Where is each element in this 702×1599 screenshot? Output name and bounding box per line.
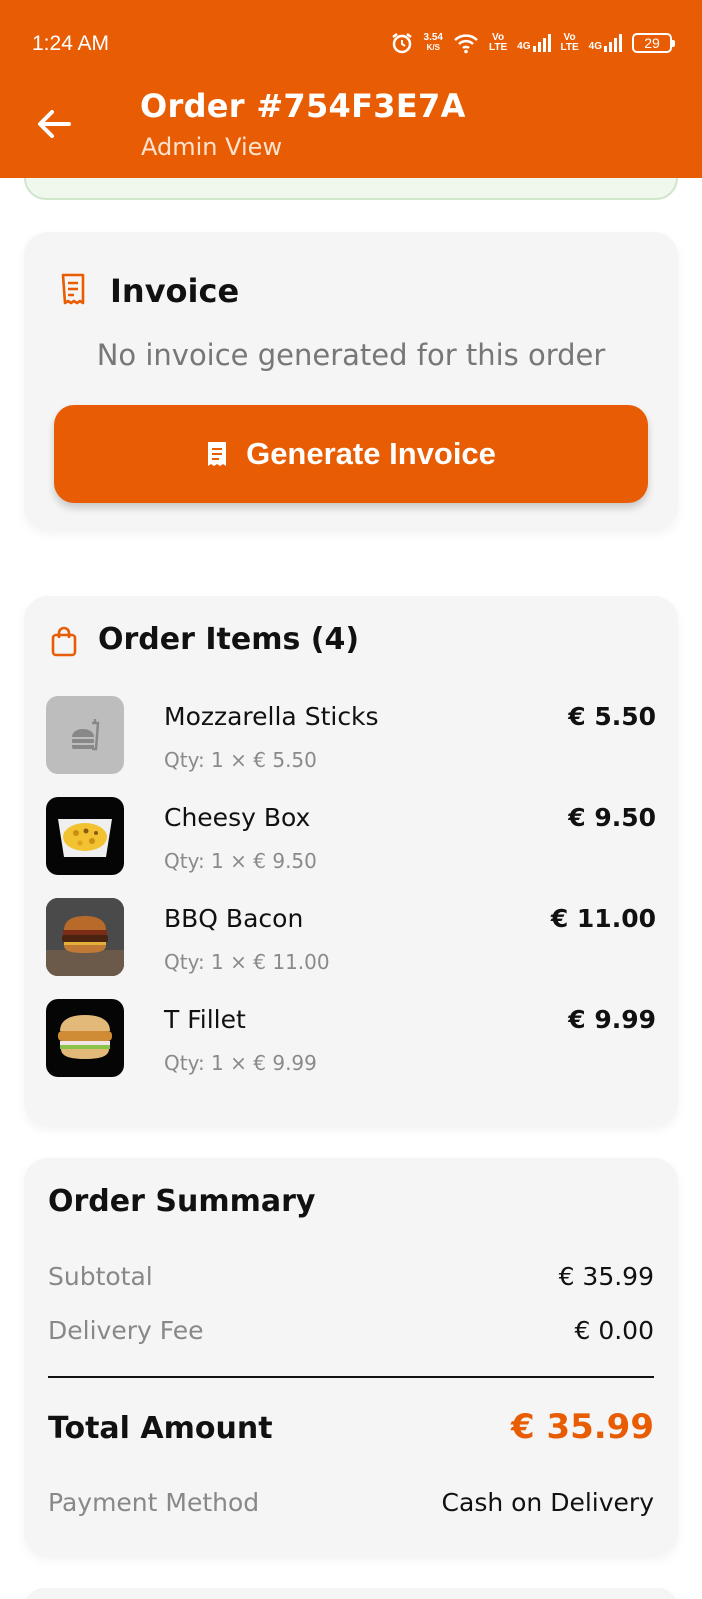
order-summary-title: Order Summary	[48, 1184, 316, 1219]
delivery-fee-value: € 0.00	[574, 1316, 654, 1345]
order-item[interactable]: Cheesy Box Qty: 1 × € 9.50 € 9.50	[46, 797, 656, 877]
next-card-edge	[24, 1588, 678, 1599]
t-fillet-photo	[58, 1015, 112, 1059]
network-speed: 3.54 K/S	[423, 32, 443, 53]
order-items-card: Order Items (4) Mozzarella Sticks Qty: 1…	[24, 596, 678, 1126]
item-qty: Qty: 1 × € 11.00	[164, 950, 330, 974]
bbq-bacon-photo	[46, 898, 124, 976]
item-price: € 5.50	[568, 702, 656, 731]
battery-icon: 29	[632, 33, 675, 53]
page-subtitle: Admin View	[141, 133, 283, 161]
page-title: Order #754F3E7A	[140, 87, 466, 125]
item-price: € 9.50	[568, 803, 656, 832]
shopping-bag-icon	[51, 626, 77, 657]
signal-bars-icon	[532, 34, 551, 52]
order-item[interactable]: Mozzarella Sticks Qty: 1 × € 5.50 € 5.50	[46, 696, 656, 776]
item-qty: Qty: 1 × € 9.99	[164, 1051, 317, 1075]
receipt-icon	[61, 273, 85, 305]
arrow-left-icon	[38, 110, 71, 138]
total-amount-value: € 35.99	[510, 1407, 654, 1447]
item-thumbnail	[46, 898, 124, 976]
invoice-title: Invoice	[110, 272, 240, 310]
food-placeholder-icon	[72, 719, 100, 751]
signal-bars-icon	[604, 34, 622, 52]
order-summary-card: Order Summary Subtotal € 35.99 Delivery …	[24, 1158, 678, 1556]
item-name: Mozzarella Sticks	[164, 702, 379, 731]
item-price: € 9.99	[568, 1005, 656, 1034]
item-thumbnail	[46, 696, 124, 774]
item-name: BBQ Bacon	[164, 904, 304, 933]
signal-2: 4G	[589, 34, 622, 52]
cheesy-box-photo	[58, 819, 112, 857]
item-qty: Qty: 1 × € 9.50	[164, 849, 317, 873]
divider	[48, 1376, 654, 1378]
signal-1: 4G	[517, 34, 551, 52]
total-amount-label: Total Amount	[48, 1411, 273, 1446]
delivery-fee-label: Delivery Fee	[48, 1316, 204, 1345]
status-time: 1:24 AM	[32, 32, 110, 55]
order-item[interactable]: BBQ Bacon Qty: 1 × € 11.00 € 11.00	[46, 898, 656, 978]
item-thumbnail	[46, 999, 124, 1077]
generate-invoice-label: Generate Invoice	[246, 436, 496, 471]
payment-method-value: Cash on Delivery	[441, 1488, 654, 1517]
invoice-card: Invoice No invoice generated for this or…	[24, 232, 678, 530]
subtotal-value: € 35.99	[558, 1262, 654, 1291]
subtotal-label: Subtotal	[48, 1262, 153, 1291]
item-qty: Qty: 1 × € 5.50	[164, 748, 317, 772]
item-name: T Fillet	[164, 1005, 246, 1034]
item-price: € 11.00	[550, 904, 656, 933]
item-name: Cheesy Box	[164, 803, 311, 832]
invoice-empty-message: No invoice generated for this order	[96, 338, 606, 372]
volte-2: Vo LTE	[560, 32, 579, 53]
status-icons: 3.54 K/S Vo LTE 4G Vo LTE 4G 29	[390, 28, 675, 58]
alarm-icon	[391, 33, 412, 54]
order-item[interactable]: T Fillet Qty: 1 × € 9.99 € 9.99	[46, 999, 656, 1079]
order-items-title: Order Items (4)	[98, 622, 360, 657]
volte-1: Vo LTE	[489, 32, 508, 53]
app-bar: 1:24 AM 3.54 K/S Vo LTE 4G Vo LTE 4G 29 …	[0, 0, 702, 178]
back-button[interactable]	[34, 104, 74, 144]
wifi-icon	[454, 34, 478, 54]
item-thumbnail	[46, 797, 124, 875]
payment-method-label: Payment Method	[48, 1488, 260, 1517]
generate-invoice-button[interactable]: Generate Invoice	[54, 405, 648, 503]
receipt-icon	[208, 442, 227, 466]
